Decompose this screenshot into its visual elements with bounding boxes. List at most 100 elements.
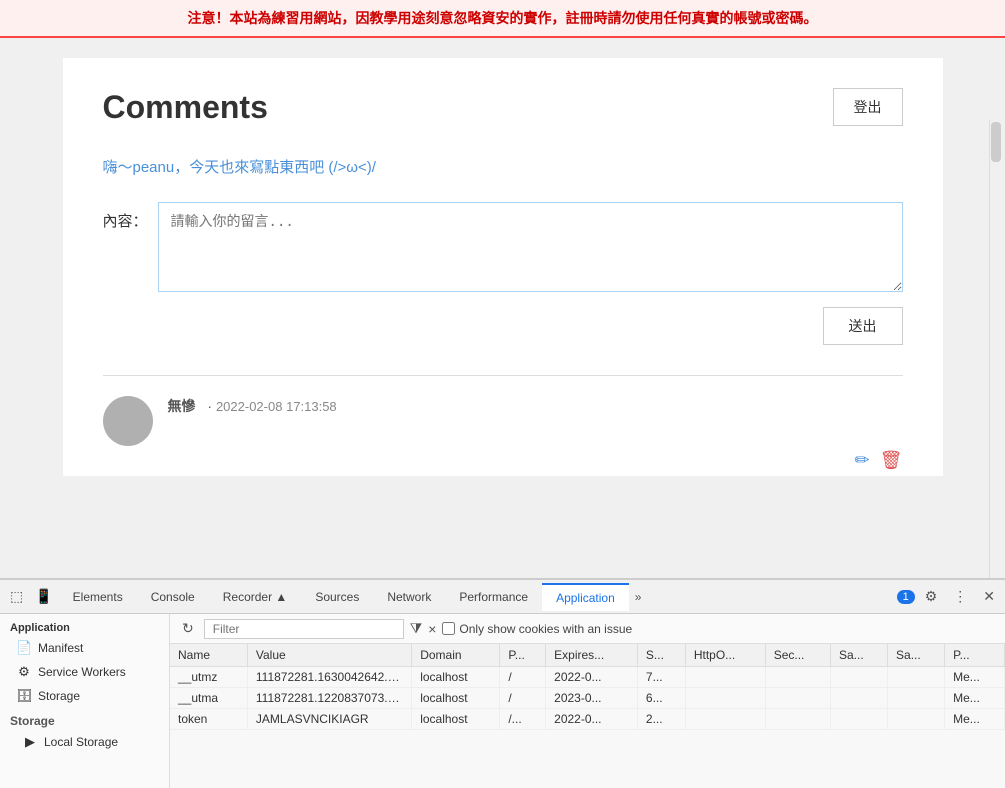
devtools-main: ↻ ⧩ × Only show cookies with an issue Na… — [170, 614, 1005, 788]
issue-checkbox-label[interactable]: Only show cookies with an issue — [442, 622, 632, 636]
edit-button[interactable]: ✏ — [855, 450, 870, 471]
greeting-text: 嗨～peanu，今天也來寫點東西吧 (/>ω<)/ — [103, 156, 903, 177]
col-httponly: HttpO... — [685, 644, 765, 667]
tab-application[interactable]: Application — [542, 583, 629, 611]
cookies-toolbar: ↻ ⧩ × Only show cookies with an issue — [170, 614, 1005, 644]
scrollbar[interactable] — [989, 120, 1001, 578]
comment-timestamp: 2022-02-08 17:13:58 — [216, 399, 337, 414]
col-samesite: Sa... — [830, 644, 887, 667]
devtools-more-icon[interactable]: ⋮ — [947, 584, 973, 609]
tab-sources[interactable]: Sources — [301, 584, 373, 610]
table-row[interactable]: __utma111872281.1220837073.163...localho… — [170, 688, 1005, 709]
table-cell — [888, 667, 945, 688]
tab-recorder[interactable]: Recorder ▲ — [209, 584, 302, 610]
devtools-close-icon[interactable]: ✕ — [977, 584, 1001, 609]
service-workers-icon: ⚙ — [16, 664, 32, 680]
table-cell: __utmz — [170, 667, 247, 688]
table-cell — [765, 709, 830, 730]
table-cell: 6... — [637, 688, 685, 709]
comment-actions: ✏ 🗑 — [855, 450, 903, 471]
avatar — [103, 396, 153, 446]
devtools-body: Application 📄 Manifest ⚙ Service Workers… — [0, 614, 1005, 788]
devtools-inspect-icon[interactable]: ⬚ — [4, 584, 29, 609]
tab-performance[interactable]: Performance — [445, 584, 542, 610]
table-cell — [830, 688, 887, 709]
col-path: P... — [500, 644, 546, 667]
issue-checkbox-text: Only show cookies with an issue — [459, 622, 632, 636]
devtools-device-icon[interactable]: 📱 — [29, 584, 58, 609]
comment-textarea[interactable] — [158, 202, 903, 292]
logout-button[interactable]: 登出 — [833, 88, 903, 126]
form-row: 內容： — [103, 202, 903, 292]
sidebar-item-manifest[interactable]: 📄 Manifest — [0, 636, 169, 660]
sidebar-item-local-storage[interactable]: ▶ Local Storage — [0, 730, 169, 754]
devtools-sidebar: Application 📄 Manifest ⚙ Service Workers… — [0, 614, 170, 788]
table-cell — [685, 688, 765, 709]
cookies-table-header: Name Value Domain P... Expires... S... H… — [170, 644, 1005, 667]
table-cell: 2022-0... — [546, 709, 638, 730]
local-storage-icon: ▶ — [22, 734, 38, 750]
tab-network[interactable]: Network — [373, 584, 445, 610]
sidebar-app-section: Application — [0, 618, 169, 636]
manifest-icon: 📄 — [16, 640, 32, 656]
sidebar-item-storage-label: Storage — [38, 689, 80, 703]
comment-meta: 無慘 · 2022-02-08 17:13:58 — [168, 396, 337, 416]
col-secure: Sec... — [765, 644, 830, 667]
warning-text: 注意！本站為練習用網站，因教學用途刻意忽略資安的實作，註冊時請勿使用任何真實的帳… — [188, 10, 818, 26]
sidebar-item-service-workers[interactable]: ⚙ Service Workers — [0, 660, 169, 684]
sidebar-item-storage[interactable]: 🗄 Storage — [0, 684, 169, 708]
page-header: Comments 登出 — [103, 88, 903, 126]
issue-checkbox[interactable] — [442, 622, 455, 635]
table-cell: Me... — [945, 688, 1005, 709]
cookies-table-body: __utmz111872281.1630042642.1.1....localh… — [170, 667, 1005, 730]
col-domain: Domain — [412, 644, 500, 667]
table-cell: token — [170, 709, 247, 730]
sidebar-item-manifest-label: Manifest — [38, 641, 83, 655]
sidebar-item-service-workers-label: Service Workers — [38, 665, 126, 679]
sidebar-item-local-storage-label: Local Storage — [44, 735, 118, 749]
table-row[interactable]: __utmz111872281.1630042642.1.1....localh… — [170, 667, 1005, 688]
tab-more-button[interactable]: » — [629, 586, 648, 608]
cookies-filter-input[interactable] — [204, 619, 404, 639]
comment-entry: 無慘 · 2022-02-08 17:13:58 ✏ 🗑 — [103, 396, 903, 446]
refresh-cookies-button[interactable]: ↻ — [178, 618, 198, 639]
content-label: 內容： — [103, 202, 148, 231]
devtools-panel: ⬚ 📱 Elements Console Recorder ▲ Sources … — [0, 578, 1005, 788]
table-cell: 2023-0... — [546, 688, 638, 709]
table-cell: localhost — [412, 688, 500, 709]
delete-button[interactable]: 🗑 — [880, 450, 903, 471]
col-expires: Expires... — [546, 644, 638, 667]
tab-console[interactable]: Console — [137, 584, 209, 610]
header-row: Name Value Domain P... Expires... S... H… — [170, 644, 1005, 667]
table-cell — [685, 667, 765, 688]
tab-elements[interactable]: Elements — [59, 584, 137, 610]
comment-form: 內容： 送出 — [103, 202, 903, 345]
table-cell: 7... — [637, 667, 685, 688]
devtools-tabbar: ⬚ 📱 Elements Console Recorder ▲ Sources … — [0, 580, 1005, 614]
cookies-table-scroll[interactable]: Name Value Domain P... Expires... S... H… — [170, 644, 1005, 788]
table-cell: Me... — [945, 709, 1005, 730]
table-cell: /... — [500, 709, 546, 730]
funnel-icon[interactable]: ⧩ — [410, 620, 423, 637]
comment-author: 無慘 — [168, 398, 196, 414]
submit-button[interactable]: 送出 — [823, 307, 903, 345]
warning-banner: 注意！本站為練習用網站，因教學用途刻意忽略資安的實作，註冊時請勿使用任何真實的帳… — [0, 0, 1005, 38]
devtools-settings-icon[interactable]: ⚙ — [919, 584, 944, 609]
table-cell: JAMLASVNCIKIAGR — [247, 709, 411, 730]
table-cell — [685, 709, 765, 730]
clear-filter-icon[interactable]: × — [428, 621, 436, 637]
sidebar-storage-group: Storage — [0, 708, 169, 730]
table-row[interactable]: tokenJAMLASVNCIKIAGRlocalhost/...2022-0.… — [170, 709, 1005, 730]
table-cell: 2022-0... — [546, 667, 638, 688]
table-cell: 111872281.1630042642.1.1.... — [247, 667, 411, 688]
col-value: Value — [247, 644, 411, 667]
divider — [103, 375, 903, 376]
page-title: Comments — [103, 89, 268, 126]
table-cell — [888, 688, 945, 709]
col-priority: P... — [945, 644, 1005, 667]
comment-dot: · — [207, 398, 212, 414]
table-cell: localhost — [412, 709, 500, 730]
table-cell: / — [500, 667, 546, 688]
main-page: Comments 登出 嗨～peanu，今天也來寫點東西吧 (/>ω<)/ 內容… — [63, 58, 943, 476]
table-cell — [765, 688, 830, 709]
